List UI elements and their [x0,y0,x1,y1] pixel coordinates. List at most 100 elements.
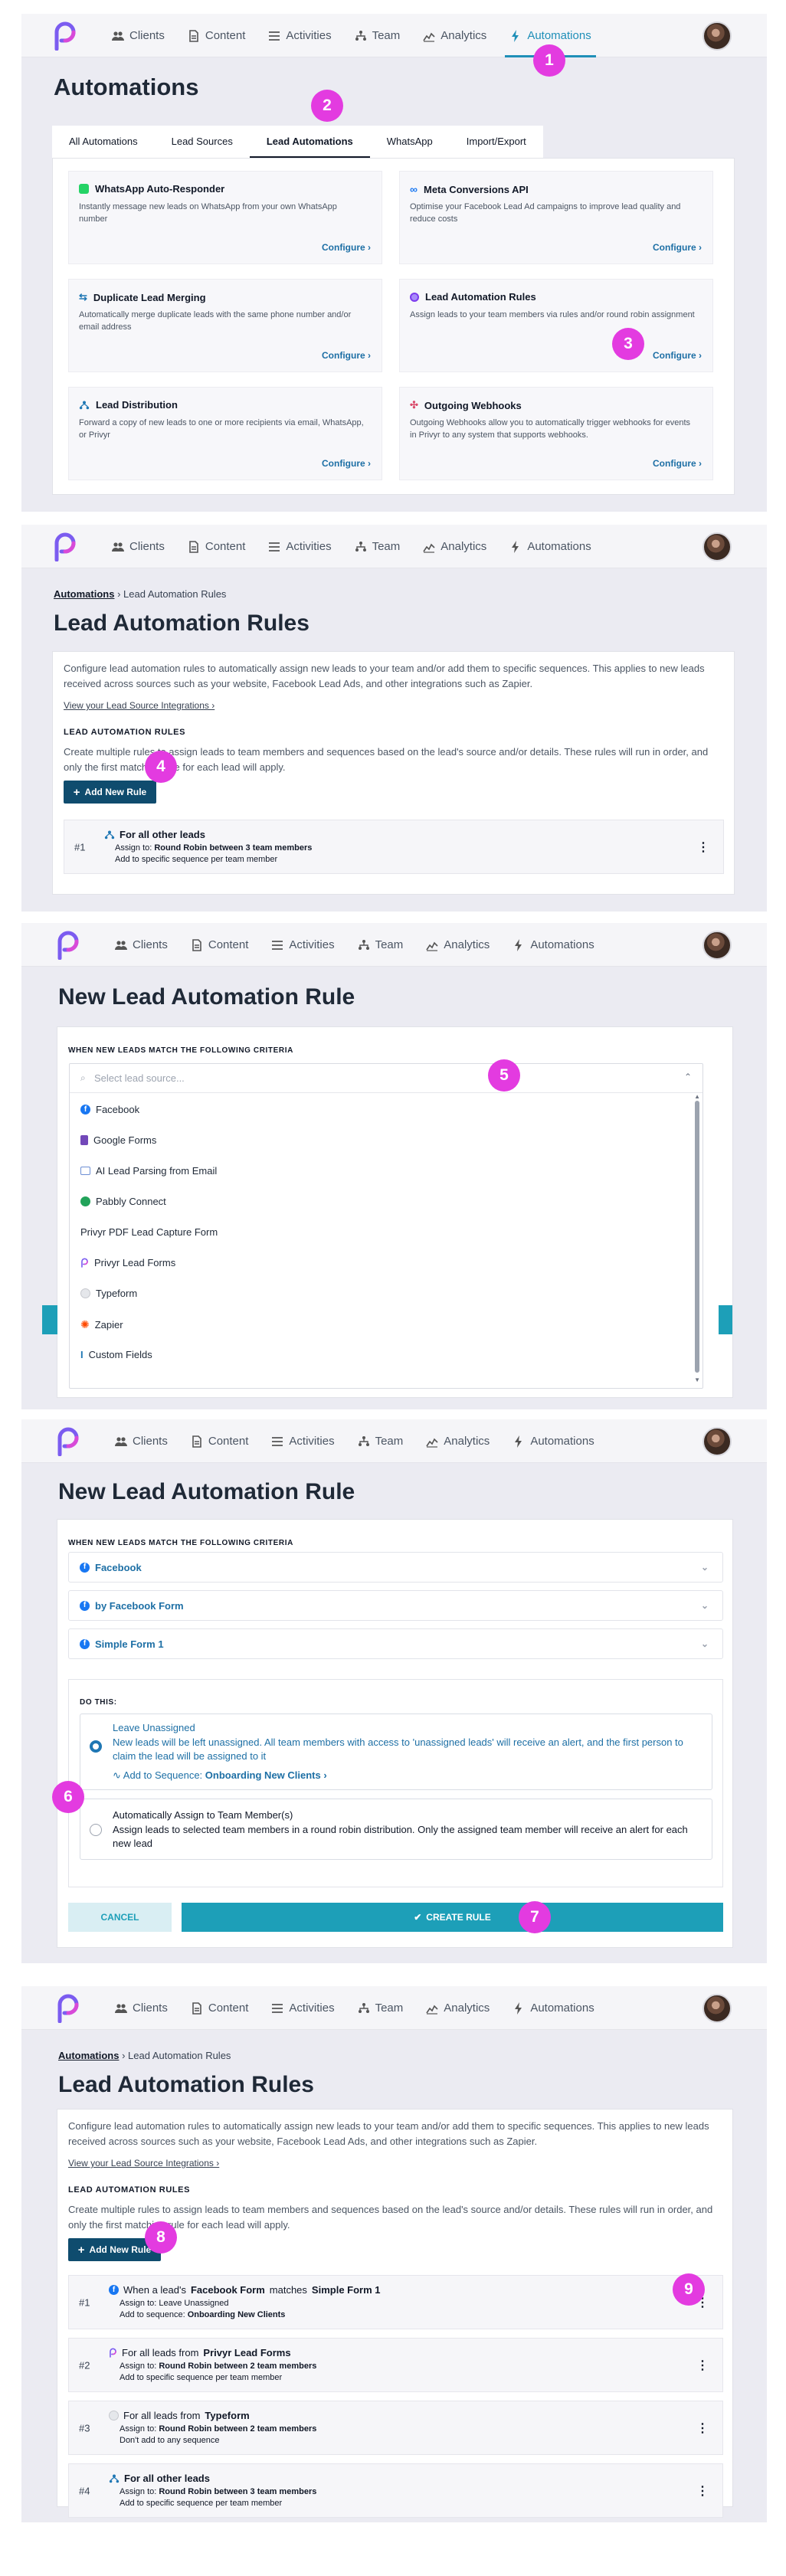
option-pabbly-connect[interactable]: Pabbly Connect [80,1196,166,1207]
option-google-forms[interactable]: Google Forms [80,1134,156,1146]
rule-row[interactable]: #4 For all other leads Assign to: Round … [68,2463,723,2518]
add-new-rule-button[interactable]: + Add New Rule [64,781,156,804]
sequence-icon: ∿ [113,1769,123,1781]
view-integrations-link[interactable]: View your Lead Source Integrations › [64,700,215,711]
nav-content[interactable]: Content [188,525,245,568]
more-options-icon[interactable]: ⋮ [696,2483,709,2499]
cancel-button[interactable]: CANCEL [68,1903,172,1932]
pabbly-icon [80,1196,90,1206]
tab-all-automations[interactable]: All Automations [52,126,155,158]
nav-content[interactable]: Content [188,14,245,57]
configure-link[interactable]: Configure › [322,350,371,361]
nav-automations[interactable]: Automations [513,1986,594,2030]
option-custom-fields[interactable]: I Custom Fields [80,1349,152,1360]
nav-team[interactable]: Team [358,923,403,967]
bolt-icon [513,1435,525,1448]
more-options-icon[interactable]: ⋮ [697,840,709,855]
document-icon [188,30,200,42]
option-leave-unassigned[interactable]: Leave Unassigned New leads will be left … [80,1714,712,1790]
user-avatar[interactable] [702,931,732,960]
create-rule-button[interactable]: ✔ CREATE RULE [182,1903,723,1932]
configure-link[interactable]: Configure › [322,242,371,253]
feature-meta-conversions-api: ∞ Meta Conversions API Optimise your Face… [399,171,713,264]
configure-link[interactable]: Configure › [322,458,371,469]
nav-content[interactable]: Content [191,1419,248,1463]
more-options-icon[interactable]: ⋮ [696,2358,709,2373]
nav-analytics[interactable]: Analytics [426,1419,490,1463]
top-nav-bar: Clients Content Activities Team Analytic… [21,1419,767,1463]
tab-import-export[interactable]: Import/Export [450,126,543,158]
user-avatar[interactable] [702,1994,732,2023]
nav-activities[interactable]: Activities [271,1986,335,2030]
nav-analytics[interactable]: Analytics [423,14,486,57]
nav-content[interactable]: Content [191,1986,248,2030]
step-marker-2: 2 [311,90,343,122]
radio-unselected[interactable] [90,1824,102,1836]
lead-source-select[interactable]: ⌕ Select lead source... ⌃ [70,1064,702,1093]
nav-activities[interactable]: Activities [271,923,335,967]
more-options-icon[interactable]: ⋮ [696,2421,709,2436]
nav-automations[interactable]: Automations [513,923,594,967]
tab-lead-automations[interactable]: Lead Automations [249,126,370,158]
privyr-logo-icon[interactable] [55,1427,81,1456]
nav-analytics[interactable]: Analytics [426,923,490,967]
nav-team[interactable]: Team [355,525,400,568]
sequence-prefix: Add to Sequence: [123,1769,205,1781]
rule-row[interactable]: #2 For all leads from Privyr Lead Forms … [68,2338,723,2392]
option-zapier[interactable]: ✺ Zapier [80,1318,123,1331]
add-to-sequence[interactable]: ∿ Add to Sequence: Onboarding New Client… [113,1769,327,1782]
match-type-select[interactable]: f by Facebook Form ⌄ [68,1590,723,1621]
breadcrumb-automations-link[interactable]: Automations [58,2050,119,2061]
user-avatar[interactable] [702,21,732,51]
user-avatar[interactable] [702,532,732,561]
scroll-down-icon[interactable]: ▼ [694,1376,700,1383]
rule-row[interactable]: #3 For all leads from Typeform Assign to… [68,2401,723,2455]
privyr-logo-icon[interactable] [52,532,78,561]
rule-row[interactable]: #1 For all other leads Assign to: Round … [64,820,724,874]
nav-activities[interactable]: Activities [268,525,332,568]
criteria-label: WHEN NEW LEADS MATCH THE FOLLOWING CRITE… [68,1046,293,1055]
privyr-icon [109,2348,117,2358]
tab-lead-sources[interactable]: Lead Sources [155,126,250,158]
tab-whatsapp[interactable]: WhatsApp [370,126,450,158]
nav-analytics[interactable]: Analytics [426,1986,490,2030]
nav-clients[interactable]: Clients [115,923,168,967]
scroll-up-icon[interactable]: ▲ [694,1093,700,1100]
nav-activities[interactable]: Activities [268,14,332,57]
configure-link[interactable]: Configure › [653,350,702,361]
nav-clients[interactable]: Clients [112,14,165,57]
rule-row[interactable]: #1 f When a lead's Facebook Form matches … [68,2275,723,2329]
option-pdf-lead-capture[interactable]: Privyr PDF Lead Capture Form [80,1226,218,1238]
lead-source-select[interactable]: f Facebook ⌄ [68,1552,723,1583]
option-typeform[interactable]: Typeform [80,1288,137,1299]
nav-content[interactable]: Content [191,923,248,967]
rule-number: #1 [74,841,86,853]
option-ai-lead-parsing[interactable]: AI Lead Parsing from Email [80,1165,217,1177]
option-facebook[interactable]: f Facebook [80,1104,139,1115]
form-select[interactable]: f Simple Form 1 ⌄ [68,1628,723,1659]
view-integrations-link[interactable]: View your Lead Source Integrations › [68,2158,219,2168]
option-auto-assign[interactable]: Automatically Assign to Team Member(s) A… [80,1799,712,1860]
nav-clients[interactable]: Clients [112,525,165,568]
user-avatar[interactable] [702,1427,732,1456]
breadcrumb-automations-link[interactable]: Automations [54,588,114,600]
nav-automations[interactable]: Automations [513,1419,594,1463]
main-nav: Clients Content Activities Team Analytic… [112,525,591,568]
option-privyr-lead-forms[interactable]: Privyr Lead Forms [80,1257,175,1268]
dropdown-scrollbar[interactable] [695,1101,699,1373]
privyr-logo-icon[interactable] [55,1994,81,2023]
configure-link[interactable]: Configure › [653,458,702,469]
privyr-logo-icon[interactable] [52,21,78,51]
nav-clients[interactable]: Clients [115,1986,168,2030]
nav-clients[interactable]: Clients [115,1419,168,1463]
configure-link[interactable]: Configure › [653,242,702,253]
radio-selected[interactable] [90,1740,102,1753]
nav-automations[interactable]: Automations [509,525,591,568]
nav-team[interactable]: Team [355,14,400,57]
nav-team[interactable]: Team [358,1419,403,1463]
lead-source-dropdown[interactable]: ⌕ Select lead source... ⌃ f Facebook Goog… [69,1063,703,1389]
privyr-logo-icon[interactable] [55,931,81,960]
nav-team[interactable]: Team [358,1986,403,2030]
nav-analytics[interactable]: Analytics [423,525,486,568]
nav-activities[interactable]: Activities [271,1419,335,1463]
